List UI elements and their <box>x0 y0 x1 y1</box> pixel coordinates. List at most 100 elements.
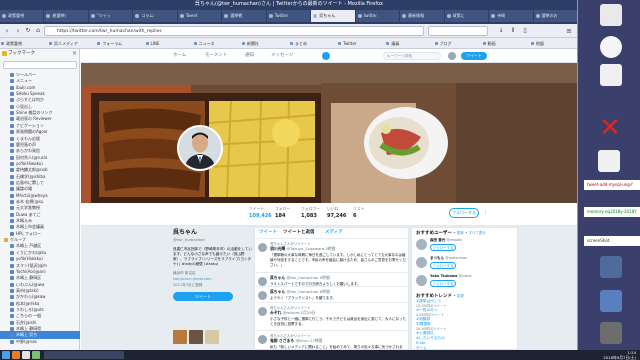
avatar[interactable] <box>448 52 456 60</box>
bookmark-item[interactable]: ニュース <box>193 39 239 48</box>
tweet-author[interactable]: 鬼柳 さざまろ @kiryu 17時間 <box>270 338 407 344</box>
back-icon[interactable]: ‹ <box>2 26 12 36</box>
bookmark-item[interactable]: 新聞社 <box>241 39 287 48</box>
media-thumbnail[interactable] <box>189 330 203 344</box>
follow-button[interactable]: フォローする <box>449 208 479 218</box>
trend-item[interactable]: #一枚のみつ 4,520件のツイート <box>416 308 513 317</box>
trend-item[interactable]: 中間選挙 20,105件のツイート <box>416 322 513 331</box>
recommended-user[interactable]: 森田 貴光 @mwaiki フォローする <box>416 238 513 254</box>
browser-tab[interactable]: Twitter <box>266 10 312 22</box>
bookmark-item[interactable]: Twitter <box>337 39 383 48</box>
follow-button[interactable]: フォローする <box>430 262 456 269</box>
recommended-user[interactable]: Yaku Tsukawa @yakut フォローする <box>416 274 513 290</box>
browser-tab[interactable]: 寺崎 <box>489 10 534 22</box>
clock[interactable]: 1:24 2018年9月7日(土) <box>603 350 636 360</box>
close-icon[interactable]: × <box>72 50 77 57</box>
follow-button[interactable]: フォローする <box>430 244 456 251</box>
nav-messages[interactable]: メッセージ <box>271 52 293 60</box>
desktop-app-icon[interactable] <box>600 4 622 26</box>
browser-tab[interactable]: 政策重視 <box>0 10 45 22</box>
bookmark-item[interactable]: 呉人メディア <box>48 39 94 48</box>
media-thumbnail[interactable] <box>173 330 187 344</box>
tab-media[interactable]: メディア <box>325 228 343 237</box>
recommended-user[interactable]: まつもん @matsumon フォローする <box>416 256 513 272</box>
tab-tweets-and-replies[interactable]: ツイートと返信 <box>283 228 315 237</box>
tweet-avatar[interactable] <box>258 291 267 300</box>
bookmark-item[interactable]: 議員 <box>385 39 431 48</box>
trash-icon[interactable] <box>600 322 622 344</box>
media-thumbnail[interactable] <box>205 330 219 344</box>
notes-app-icon[interactable] <box>600 64 622 86</box>
sidebar-search-input[interactable] <box>3 61 77 69</box>
tab-tweets[interactable]: ツイート <box>259 228 277 237</box>
forward-icon[interactable]: › <box>13 26 23 36</box>
tweet-author[interactable]: みぞれ @mizore 1月29日 <box>270 310 407 316</box>
profile-avatar[interactable] <box>177 125 223 171</box>
nav-tweet-button[interactable]: ツイート <box>461 52 487 60</box>
tweet-author[interactable]: 須川光輝 @Takuya_Sugawara 3時間 <box>270 246 407 252</box>
desktop-file-label[interactable]: screenShot <box>584 236 640 246</box>
clock-app-icon[interactable] <box>600 36 622 58</box>
twitter-search-input[interactable]: キーワード検索 <box>383 52 441 60</box>
profile-handle[interactable]: @twr_humachan <box>173 237 253 242</box>
bookmark-item[interactable]: ブログ <box>434 39 480 48</box>
tweet-avatar[interactable] <box>258 307 267 316</box>
sidebar-header[interactable]: ブックマーク <box>0 49 80 59</box>
folder-icon[interactable] <box>600 290 622 312</box>
firefox-taskbar-icon[interactable] <box>12 351 20 359</box>
bookmark-item[interactable]: フォーラム <box>96 39 142 48</box>
terminal-app-icon[interactable] <box>598 150 620 172</box>
tweet-avatar[interactable] <box>258 277 267 286</box>
avatar[interactable] <box>416 257 427 268</box>
menu-icon[interactable]: ≡ <box>564 26 574 36</box>
browser-tab[interactable]: コラム: <box>133 10 178 22</box>
tweet-avatar[interactable] <box>258 335 267 344</box>
browser-tab[interactable]: 選挙のお <box>533 10 577 22</box>
tweet[interactable]: 呉ちゃんさんがリツイート 鬼柳 さざまろ @kiryu 17時間 私も「新しいメディ… <box>255 330 410 350</box>
start-menu-icon[interactable] <box>2 351 10 359</box>
reload-icon[interactable]: ↻ <box>23 26 33 36</box>
browser-tab[interactable]: twitter. <box>355 10 401 22</box>
browser-tab[interactable]: 最新情報 <box>400 10 445 22</box>
recommended-user-name[interactable]: Yaku Tsukawa @yakut <box>430 274 516 278</box>
url-bar[interactable]: https://twitter.com/twr_humachan/with_re… <box>44 26 424 36</box>
bookmark-item[interactable]: 動画 <box>482 39 528 48</box>
nav-notifications[interactable]: 通知 <box>245 52 254 60</box>
nav-moments[interactable]: モーメント <box>205 52 227 60</box>
search-input[interactable] <box>428 26 488 36</box>
recommended-user-name[interactable]: 森田 貴光 @mwaiki <box>430 238 516 243</box>
tweet-author[interactable]: 呉ちゃん @twr_humachan 5時間 <box>270 275 407 281</box>
browser-tab[interactable]: 総選挙( <box>44 10 89 22</box>
recommended-user-name[interactable]: まつもん @matsumon <box>430 256 516 261</box>
profile-stat[interactable]: リスト 6 <box>353 206 383 219</box>
bookmark-item[interactable]: まとめ <box>289 39 335 48</box>
home-icon[interactable]: ⌂ <box>33 26 43 36</box>
browser-tab[interactable]: "ツイッ <box>88 10 134 22</box>
browser-tab[interactable]: 呉ちゃん <box>311 10 356 22</box>
tweet[interactable]: 呉ちゃんさんがリツイート 須川光輝 @Takuya_Sugawara 3時間 「選挙… <box>255 238 410 272</box>
tweet[interactable]: 呉ちゃん @twr_humachan 5時間 ラストスパートですので引き続きよろし… <box>255 272 410 286</box>
nav-home[interactable]: ホーム <box>173 52 186 60</box>
trend-item[interactable]: #選挙は行こう 13,125件のツイート <box>416 299 513 308</box>
desktop-file-label[interactable]: tweet-add-mysql-ung-f <box>584 180 640 190</box>
bookmark-item[interactable]: LINE <box>145 39 191 48</box>
desktop-file-label[interactable]: memory-eq2018y-2018Y <box>584 207 640 217</box>
browser-tab[interactable]: 選挙戦 <box>222 10 267 22</box>
browser-tab[interactable]: 政策に <box>444 10 490 22</box>
tweet-author[interactable]: 呉ちゃん @twr_humachan 8時間 <box>270 289 407 295</box>
tweet-avatar[interactable] <box>258 243 267 252</box>
tweet[interactable]: 呉ちゃんさんがリツイート みぞれ @mizore 1月29日 小さな子供と一緒に選挙… <box>255 302 410 330</box>
twitter-bird-icon[interactable] <box>322 52 330 60</box>
follow-button[interactable]: フォローする <box>430 280 456 287</box>
folder-icon[interactable] <box>600 256 622 278</box>
sidebar-icon[interactable]: ▯ <box>520 26 530 36</box>
avatar[interactable] <box>416 275 427 286</box>
files-taskbar-icon[interactable] <box>22 351 30 359</box>
tweet-to-user-button[interactable]: ツイート <box>173 292 233 301</box>
avatar[interactable] <box>416 239 427 250</box>
view-all-link[interactable]: すべて表示 <box>469 231 486 235</box>
browser-tab[interactable]: Tweet <box>177 10 223 22</box>
tweet[interactable]: 呉ちゃん @twr_humachan 8時間 ようやく「ブラックリスト」を観てます… <box>255 286 410 302</box>
download-icon[interactable]: ↓ <box>496 26 506 36</box>
bookmark-item[interactable]: 地図 <box>530 39 576 48</box>
